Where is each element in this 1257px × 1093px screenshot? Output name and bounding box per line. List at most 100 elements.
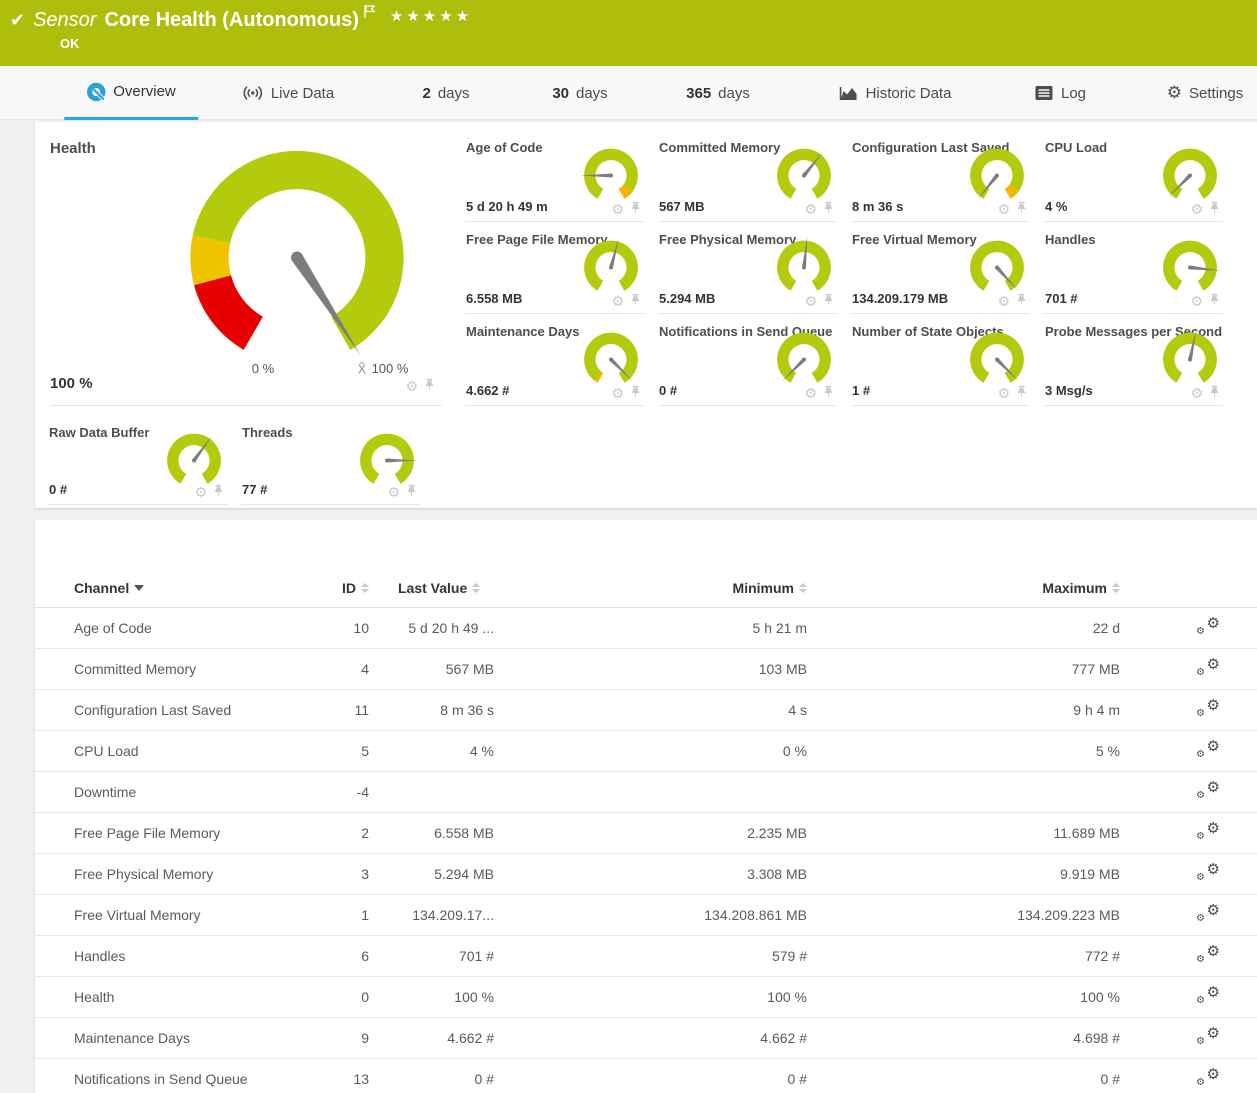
pin-icon[interactable] — [1015, 385, 1028, 403]
gauge-panel-value: 0 # — [659, 383, 677, 398]
gauge-panel-title: Maintenance Days — [466, 324, 579, 339]
pin-icon[interactable] — [822, 385, 835, 403]
tab-label: days — [438, 85, 470, 102]
gauge-panel-value: 1 # — [852, 383, 870, 398]
gauge-panel-title: Age of Code — [466, 140, 543, 155]
column-header-channel[interactable]: Channel — [74, 580, 144, 596]
cell-last-value: 134.209.17... — [369, 907, 494, 923]
channel-settings-gears-icon[interactable]: ⚙⚙ — [1196, 1028, 1220, 1046]
table-row[interactable]: Health0100 %100 %100 %⚙⚙ — [35, 977, 1257, 1018]
cell-maximum: 22 d — [807, 620, 1120, 636]
table-row[interactable]: Free Page File Memory26.558 MB2.235 MB11… — [35, 813, 1257, 854]
table-row[interactable]: Downtime-4⚙⚙ — [35, 772, 1257, 813]
gear-icon[interactable]: ⚙ — [611, 387, 624, 401]
gauge-panel: Configuration Last Saved8 m 36 s⚙ — [851, 134, 1044, 226]
gear-icon[interactable]: ⚙ — [194, 486, 207, 500]
gear-icon[interactable]: ⚙ — [611, 203, 624, 217]
gear-icon[interactable]: ⚙ — [804, 387, 817, 401]
gear-icon[interactable]: ⚙ — [405, 380, 418, 394]
gear-icon[interactable]: ⚙ — [1190, 295, 1203, 309]
sort-icon — [1112, 583, 1120, 593]
flag-icon[interactable] — [363, 4, 376, 24]
table-row[interactable]: Free Physical Memory35.294 MB3.308 MB9.9… — [35, 854, 1257, 895]
channel-settings-gears-icon[interactable]: ⚙⚙ — [1196, 946, 1220, 964]
tab-label: Overview — [113, 83, 176, 100]
channel-settings-gears-icon[interactable]: ⚙⚙ — [1196, 782, 1220, 800]
table-row[interactable]: Notifications in Send Queue130 #0 #0 #⚙⚙ — [35, 1059, 1257, 1093]
gear-icon[interactable]: ⚙ — [387, 486, 400, 500]
pin-icon[interactable] — [629, 385, 642, 403]
gauge-panel-value: 5.294 MB — [659, 291, 715, 306]
column-header-last-value[interactable]: Last Value — [398, 580, 480, 596]
pin-icon[interactable] — [1015, 293, 1028, 311]
channel-settings-gears-icon[interactable]: ⚙⚙ — [1196, 864, 1220, 882]
star-rating[interactable]: ★★★★★ — [390, 7, 472, 25]
pin-icon[interactable] — [1208, 385, 1221, 403]
gear-icon[interactable]: ⚙ — [1190, 387, 1203, 401]
channel-settings-gears-icon[interactable]: ⚙⚙ — [1196, 659, 1220, 677]
channel-settings-gears-icon[interactable]: ⚙⚙ — [1196, 987, 1220, 1005]
tab-historic-data[interactable]: Historic Data — [817, 66, 974, 120]
channel-settings-gears-icon[interactable]: ⚙⚙ — [1196, 700, 1220, 718]
sort-desc-icon — [134, 585, 144, 591]
cell-id: 11 — [334, 702, 369, 718]
sort-icon — [472, 583, 480, 593]
pin-icon[interactable] — [1208, 201, 1221, 219]
tab-overview[interactable]: Overview — [64, 66, 198, 120]
table-row[interactable]: Handles6701 #579 #772 #⚙⚙ — [35, 936, 1257, 977]
table-row[interactable]: Committed Memory4567 MB103 MB777 MB⚙⚙ — [35, 649, 1257, 690]
gauge-panel: Maintenance Days4.662 #⚙ — [465, 318, 658, 410]
pin-icon[interactable] — [822, 201, 835, 219]
cell-maximum: 777 MB — [807, 661, 1120, 677]
column-header-minimum[interactable]: Minimum — [494, 580, 807, 596]
channel-settings-gears-icon[interactable]: ⚙⚙ — [1196, 741, 1220, 759]
cell-minimum: 579 # — [494, 948, 807, 964]
gear-icon[interactable]: ⚙ — [997, 387, 1010, 401]
tab-settings[interactable]: ⚙Settings — [1145, 66, 1257, 120]
table-row[interactable]: Maintenance Days94.662 #4.662 #4.698 #⚙⚙ — [35, 1018, 1257, 1059]
sensor-title: Core Health (Autonomous) — [104, 9, 358, 32]
channel-settings-gears-icon[interactable]: ⚙⚙ — [1196, 1069, 1220, 1087]
cell-channel: Configuration Last Saved — [74, 702, 334, 718]
pin-icon[interactable] — [629, 293, 642, 311]
channel-settings-gears-icon[interactable]: ⚙⚙ — [1196, 905, 1220, 923]
table-row[interactable]: Age of Code105 d 20 h 49 ...5 h 21 m22 d… — [35, 608, 1257, 649]
channel-table-card: Channel ID Last Value Minimum Maximum Ag… — [35, 520, 1257, 1093]
pin-icon[interactable] — [1015, 201, 1028, 219]
pin-icon[interactable] — [822, 293, 835, 311]
cell-channel: Age of Code — [74, 620, 334, 636]
channel-settings-gears-icon[interactable]: ⚙⚙ — [1196, 823, 1220, 841]
tab-log[interactable]: Log — [1012, 66, 1108, 120]
tab-live-data[interactable]: Live Data — [220, 66, 356, 120]
column-header-maximum[interactable]: Maximum — [807, 580, 1120, 596]
table-row[interactable]: Free Virtual Memory1134.209.17...134.208… — [35, 895, 1257, 936]
pin-icon[interactable] — [1208, 293, 1221, 311]
gear-icon[interactable]: ⚙ — [997, 295, 1010, 309]
channel-settings-gears-icon[interactable]: ⚙⚙ — [1196, 618, 1220, 636]
table-row[interactable]: Configuration Last Saved118 m 36 s4 s9 h… — [35, 690, 1257, 731]
gauge-panel-title: Handles — [1045, 232, 1096, 247]
tab-2-days[interactable]: 2days — [400, 66, 491, 120]
column-header-id[interactable]: ID — [334, 580, 369, 596]
pin-icon[interactable] — [212, 484, 225, 502]
tab-365-days[interactable]: 365days — [664, 66, 772, 120]
gear-icon[interactable]: ⚙ — [804, 203, 817, 217]
pin-icon[interactable] — [629, 201, 642, 219]
gauge-panel-value: 4 % — [1045, 199, 1067, 214]
tab-30-days[interactable]: 30days — [530, 66, 629, 120]
cell-id: 2 — [334, 825, 369, 841]
pin-icon[interactable] — [423, 378, 436, 396]
gear-icon[interactable]: ⚙ — [804, 295, 817, 309]
gear-icon[interactable]: ⚙ — [1190, 203, 1203, 217]
gauge-panel-value: 701 # — [1045, 291, 1078, 306]
table-row[interactable]: CPU Load54 %0 %5 %⚙⚙ — [35, 731, 1257, 772]
cell-channel: Notifications in Send Queue — [74, 1071, 334, 1087]
gear-icon[interactable]: ⚙ — [611, 295, 624, 309]
cell-last-value: 5.294 MB — [369, 866, 494, 882]
cell-channel: Free Virtual Memory — [74, 907, 334, 923]
gauge-panel: Probe Messages per Second3 Msg/s⚙ — [1044, 318, 1237, 410]
cell-last-value: 701 # — [369, 948, 494, 964]
gear-icon[interactable]: ⚙ — [997, 203, 1010, 217]
cell-id: 0 — [334, 989, 369, 1005]
pin-icon[interactable] — [405, 484, 418, 502]
